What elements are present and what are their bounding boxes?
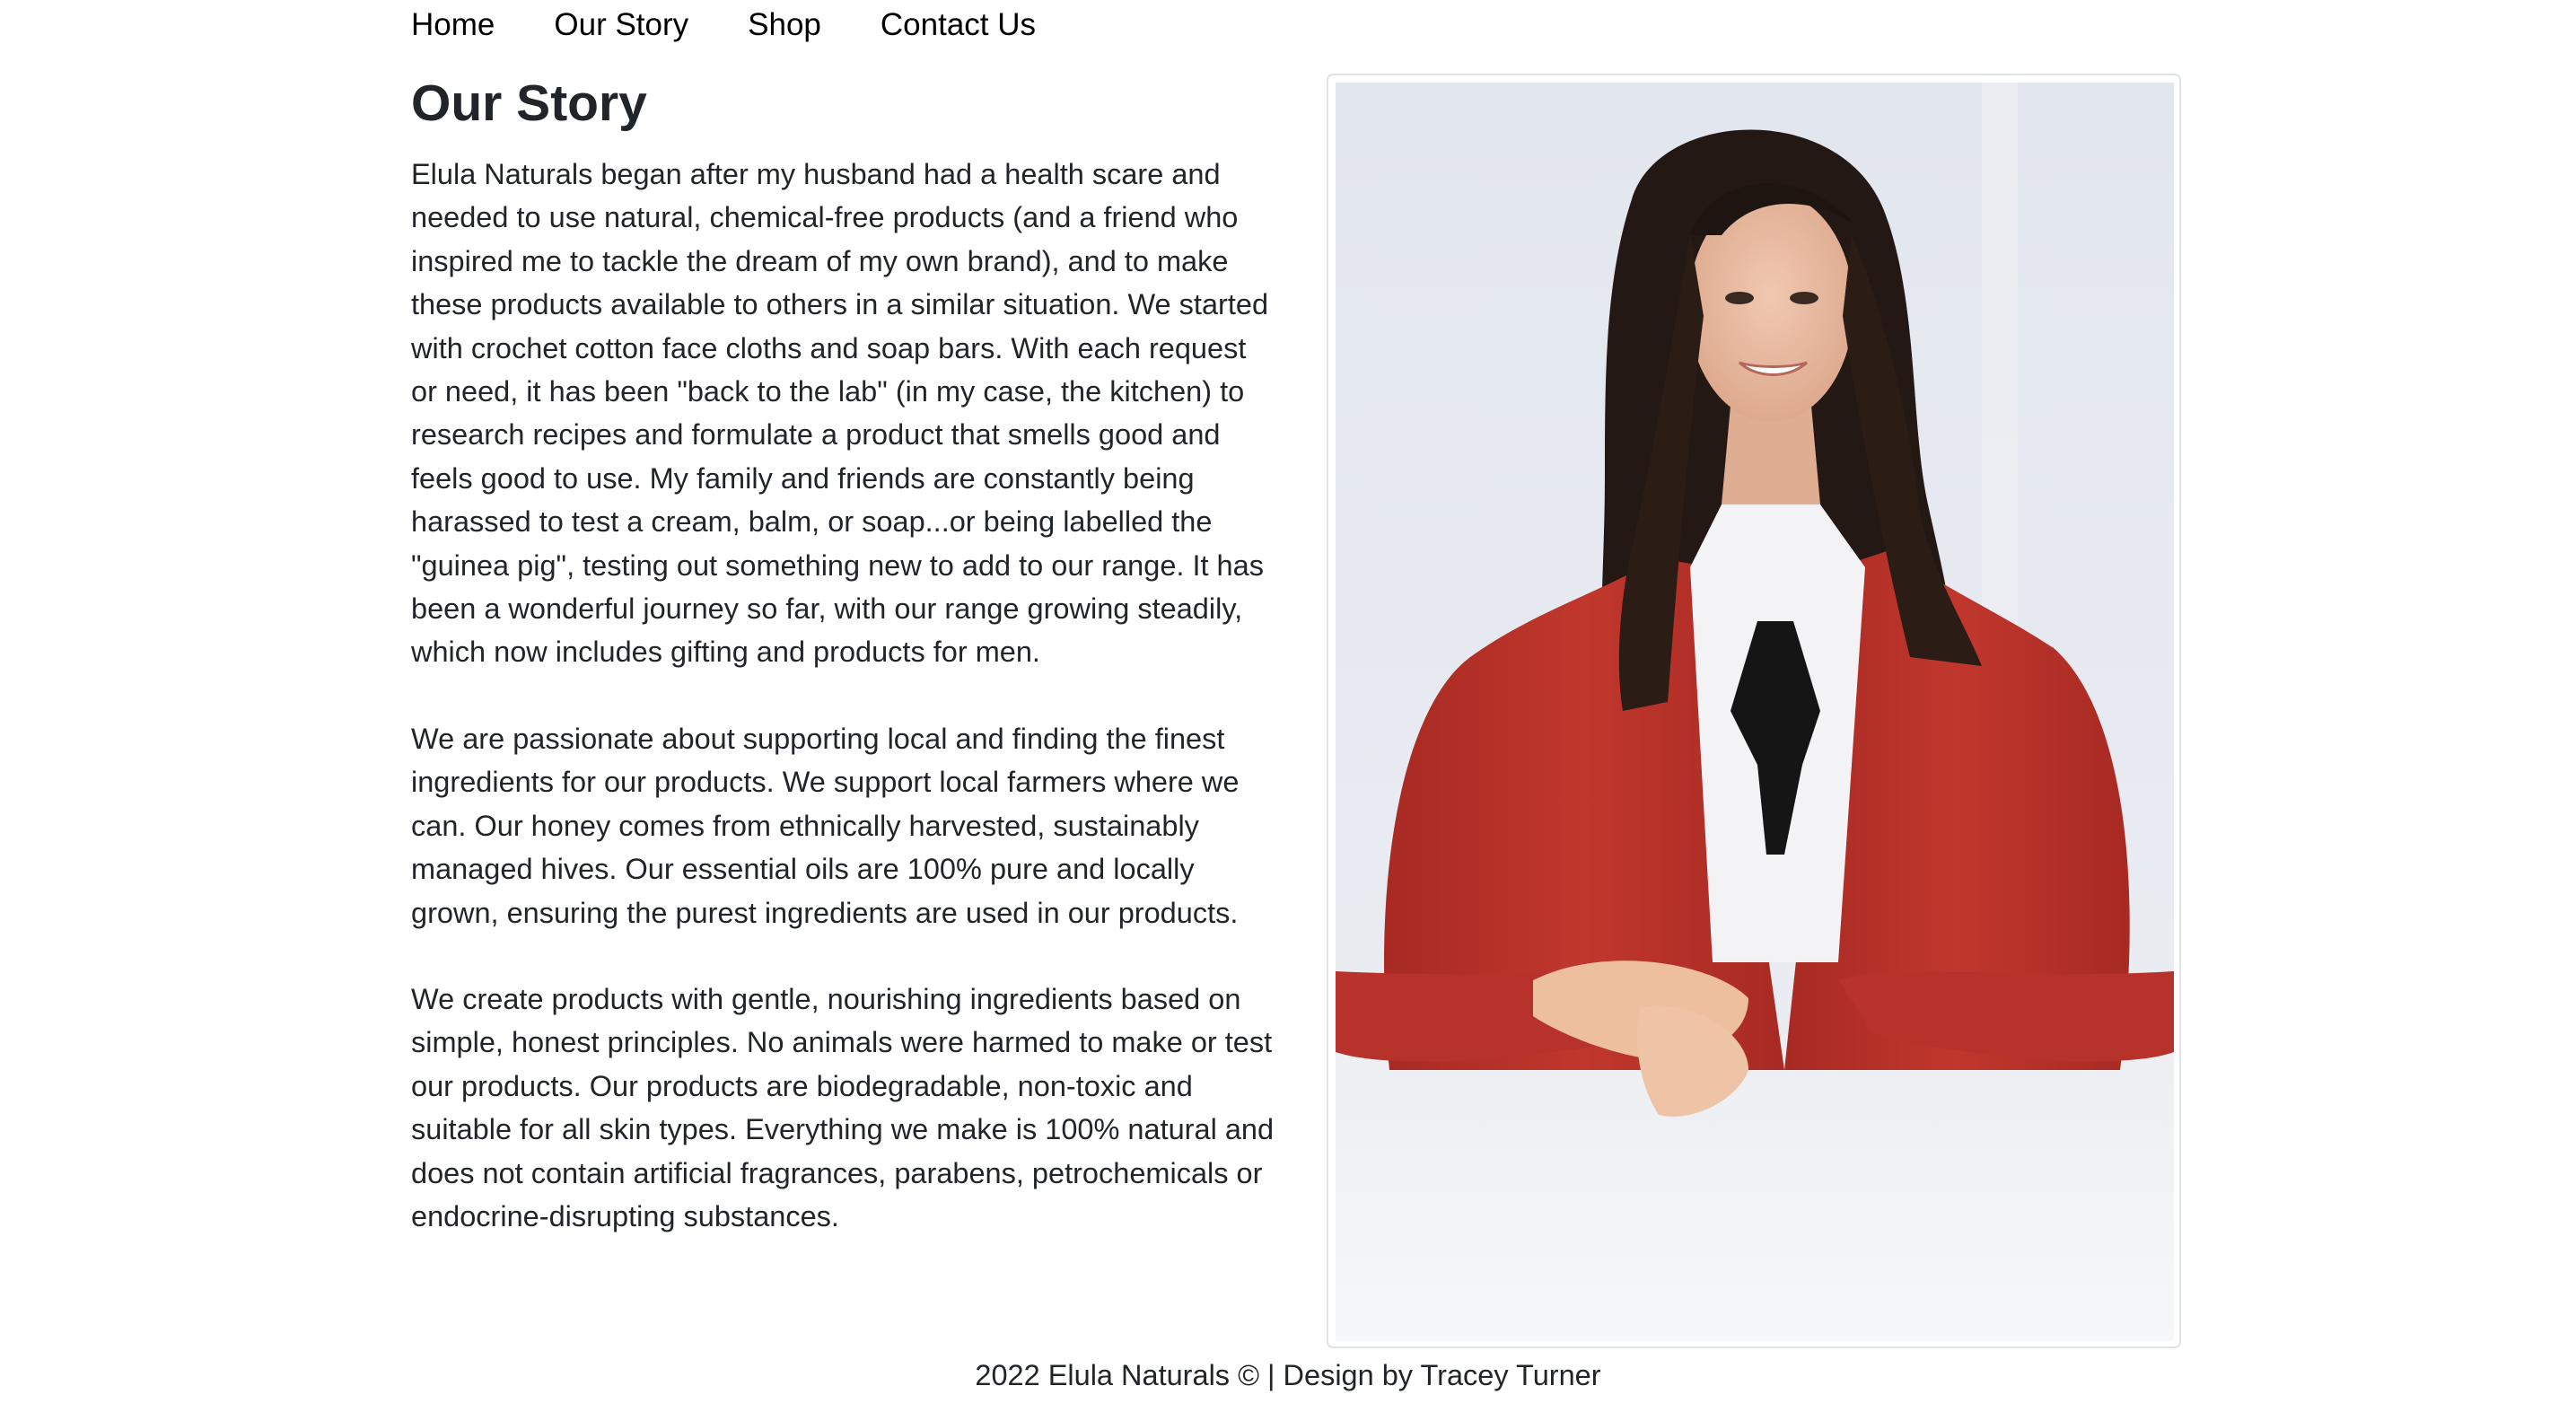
story-paragraph-1: Elula Naturals began after my husband ha… bbox=[411, 158, 1269, 669]
story-paragraph-2: We are passionate about supporting local… bbox=[411, 722, 1240, 929]
nav-link-contact-us[interactable]: Contact Us bbox=[881, 0, 1036, 50]
site-footer: 2022 Elula Naturals © | Design by Tracey… bbox=[975, 1359, 1601, 1391]
story-section: Our Story Elula Naturals began after my … bbox=[411, 70, 1275, 1281]
page: Home Our Story Shop Contact Us Our Story… bbox=[0, 0, 2576, 1412]
page-title: Our Story bbox=[411, 75, 647, 132]
nav-link-our-story[interactable]: Our Story bbox=[554, 0, 688, 50]
nav-link-shop[interactable]: Shop bbox=[748, 0, 821, 50]
story-paragraph-3: We create products with gentle, nourishi… bbox=[411, 982, 1275, 1232]
portrait-illustration bbox=[1336, 83, 2174, 1341]
founder-portrait-photo bbox=[1336, 83, 2174, 1341]
main-nav: Home Our Story Shop Contact Us bbox=[411, 0, 1095, 50]
nav-link-home[interactable]: Home bbox=[411, 0, 495, 50]
founder-photo-frame bbox=[1327, 74, 2181, 1348]
